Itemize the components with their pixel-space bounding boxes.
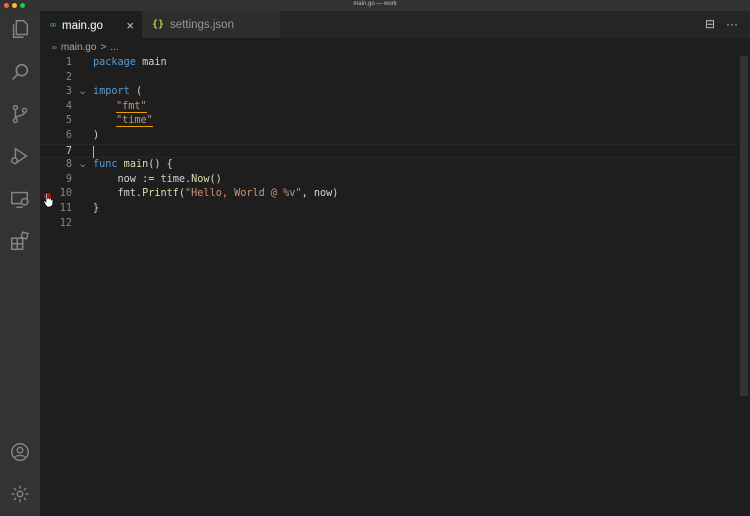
keyword: package [93,57,136,68]
code-text: now := time. [93,173,192,185]
explorer-icon[interactable] [8,17,32,41]
keyword: import [93,86,130,98]
split-editor-icon[interactable]: ⊟ [705,17,715,31]
line-number: 12 [59,217,72,229]
window-title: main.go — work [353,1,397,7]
punctuation: ) [93,130,100,141]
go-file-icon: ∞ [52,43,57,52]
more-actions-icon[interactable]: ··· [726,17,738,31]
punctuation: } [93,203,100,214]
code-line: 11 } [40,202,740,217]
function-name: main [117,159,149,171]
code-line: 5 "time" [40,114,740,129]
line-number: 1 [65,57,72,68]
go-file-icon: ∞ [50,20,57,31]
function-name: Printf [142,188,179,200]
breadcrumb: ∞ main.go > ... [52,42,119,53]
run-debug-icon[interactable] [8,144,32,168]
hand-cursor-icon [43,192,54,208]
search-icon[interactable] [8,60,32,84]
vscode-window: main.go — work ∞ main.go × {} settings.j… [0,0,750,516]
line-number: 5 [65,115,72,127]
code-line: 8 ⌵ func main() { [40,158,740,173]
line-number: 4 [65,100,72,112]
close-icon[interactable]: × [126,18,134,33]
code-line: 3 ⌵ import ( [40,85,740,100]
text-cursor [93,145,94,158]
line-number: 8 [65,159,72,171]
account-icon[interactable] [8,440,32,464]
tab-label: main.go [62,19,103,32]
tab-main-go[interactable]: ∞ main.go × [40,11,142,39]
fold-chevron-icon[interactable]: ⌵ [80,85,85,100]
punctuation: () [209,173,222,185]
code-line: 2 [40,71,740,86]
code-line: 1 package main [40,56,740,71]
punctuation: () { [148,159,173,171]
extensions-icon[interactable] [8,229,32,253]
function-name: Now [191,173,210,185]
chevron-right-icon: > [100,42,107,53]
tab-settings-json[interactable]: {} settings.json [142,11,280,38]
json-file-icon: {} [152,19,165,30]
code-line: 4 "fmt" [40,100,740,115]
remote-explorer-icon[interactable] [8,187,32,211]
code-line: 10 fmt.Printf("Hello, World @ %v", now) [40,187,740,202]
activity-bar [0,11,40,516]
punctuation: ( [129,86,143,98]
line-number: 6 [65,130,72,141]
line-number: 7 [65,145,72,157]
line-number: 9 [65,173,72,185]
editor-tabs: ∞ main.go × {} settings.json ⊟ ··· [40,11,750,39]
breadcrumb-more[interactable]: ... [110,42,118,53]
code-editor[interactable]: 1 package main 2 3 ⌵ import ( 4 "fmt" 5 … [40,56,740,516]
breadcrumb-file[interactable]: main.go [61,42,97,53]
string-literal: "time" [116,115,153,128]
scrollbar-thumb[interactable] [740,56,748,396]
fold-chevron-icon[interactable]: ⌵ [80,158,85,173]
code-text: fmt. [93,188,143,200]
string-literal: "fmt" [116,100,147,113]
line-number: 3 [65,86,72,98]
code-line: 12 [40,217,740,232]
current-code-line: 7 [40,143,740,159]
code-text: , now) [301,188,339,200]
line-number: 2 [65,71,72,83]
code-line: 6 ) [40,129,740,144]
source-control-icon[interactable] [8,102,32,126]
tab-label: settings.json [170,18,234,31]
keyword: func [93,159,118,171]
identifier: main [135,57,167,68]
code-line: 9 now := time.Now() [40,173,740,188]
settings-gear-icon[interactable] [8,482,32,506]
string-literal: "Hello, World @ %v" [185,188,302,200]
title-bar: main.go — work [0,0,750,11]
